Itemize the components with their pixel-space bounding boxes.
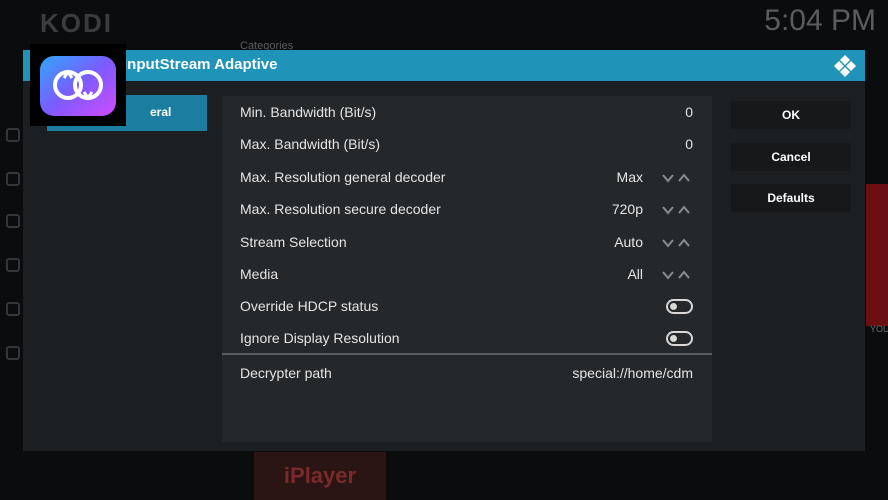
setting-max-resolution-secure[interactable]: Max. Resolution secure decoder 720p <box>222 193 712 225</box>
setting-label: Media <box>240 266 279 282</box>
background-music-icon <box>6 172 20 186</box>
chevron-down-up-icon[interactable] <box>662 237 692 249</box>
chevron-down-up-icon[interactable] <box>662 204 692 216</box>
setting-max-bandwidth[interactable]: Max. Bandwidth (Bit/s) 0 <box>222 128 712 160</box>
setting-label: Max. Resolution secure decoder <box>240 201 441 217</box>
setting-override-hdcp[interactable]: Override HDCP status <box>222 290 712 322</box>
setting-max-resolution-general[interactable]: Max. Resolution general decoder Max <box>222 161 712 193</box>
background-favourites-icon <box>6 346 20 360</box>
ok-button[interactable]: OK <box>731 101 851 129</box>
setting-label: Decrypter path <box>240 365 332 381</box>
kodi-logo-icon <box>834 55 856 77</box>
toggle-switch-icon[interactable] <box>666 331 693 346</box>
setting-value: All <box>627 266 643 282</box>
inputstream-adaptive-icon <box>30 44 126 126</box>
background-clock: 5:04 PM <box>764 4 876 37</box>
background-kodi-logo: KODI <box>40 8 113 38</box>
setting-label: Stream Selection <box>240 234 347 250</box>
setting-value: Max <box>616 169 643 185</box>
toggle-knob <box>670 335 677 342</box>
setting-media[interactable]: Media All <box>222 258 712 290</box>
setting-value: special://home/cdm <box>572 365 693 381</box>
defaults-button[interactable]: Defaults <box>731 184 851 212</box>
background-tv-icon <box>6 128 20 142</box>
setting-stream-selection[interactable]: Stream Selection Auto <box>222 226 712 258</box>
background-addons-icon <box>6 214 20 228</box>
setting-min-bandwidth[interactable]: Min. Bandwidth (Bit/s) 0 <box>222 96 712 128</box>
background-iplayer-tile: iPlayer <box>254 452 386 500</box>
chevron-down-up-icon[interactable] <box>662 172 692 184</box>
background-youtube-caption: YOU <box>870 324 888 334</box>
dialog-title-bar: InputStream Adaptive <box>23 50 865 81</box>
setting-decrypter-path[interactable]: Decrypter path special://home/cdm <box>222 357 712 389</box>
cancel-button[interactable]: Cancel <box>731 143 851 171</box>
dialog-title: InputStream Adaptive <box>123 56 278 73</box>
setting-value: 720p <box>611 201 643 217</box>
settings-divider <box>222 353 712 355</box>
setting-label: Override HDCP status <box>240 298 379 314</box>
setting-ignore-display-resolution[interactable]: Ignore Display Resolution <box>222 322 712 354</box>
background-videos-icon <box>6 302 20 316</box>
setting-label: Ignore Display Resolution <box>240 330 400 346</box>
toggle-switch-icon[interactable] <box>666 299 693 314</box>
setting-value: 0 <box>685 104 693 120</box>
settings-list: Min. Bandwidth (Bit/s) 0 Max. Bandwidth … <box>222 96 712 442</box>
background-youtube-tile <box>866 184 888 326</box>
setting-label: Min. Bandwidth (Bit/s) <box>240 104 377 120</box>
chevron-down-up-icon[interactable] <box>662 269 692 281</box>
category-general-label: eral <box>150 105 172 119</box>
setting-label: Max. Bandwidth (Bit/s) <box>240 136 381 152</box>
background-pictures-icon <box>6 258 20 272</box>
setting-value: 0 <box>685 136 693 152</box>
setting-value: Auto <box>614 234 643 250</box>
toggle-knob <box>670 303 677 310</box>
setting-label: Max. Resolution general decoder <box>240 169 446 185</box>
